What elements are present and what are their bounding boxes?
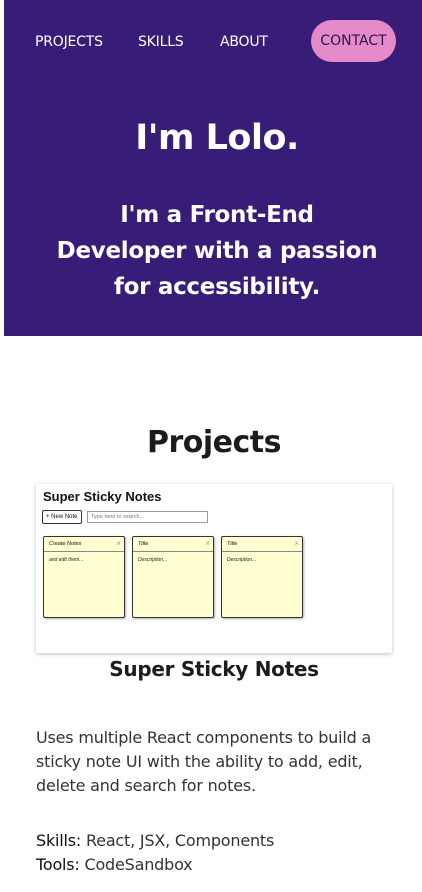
tools-label: Tools: [36,855,80,874]
project-screenshot: Super Sticky Notes + New Note Type here … [36,484,392,653]
project-description: Uses multiple React components to build … [36,728,372,795]
screenshot-note: Create Notes × and edit them... [43,536,125,618]
close-icon: × [205,539,210,548]
screenshot-note-title: Create Notes [49,541,82,547]
project-name: Super Sticky Notes [109,657,319,681]
screenshot-note-body: and edit them... [49,557,84,563]
tools-value: CodeSandbox [84,855,193,874]
close-icon: × [294,539,299,548]
screenshot-note-body: Description... [227,557,257,563]
screenshot-app-title: Super Sticky Notes [43,489,162,504]
project-skills: Skills: React, JSX, Components [36,831,274,850]
screenshot-search-input: Type here to search... [87,511,208,523]
project-tools: Tools: CodeSandbox [36,855,193,874]
screenshot-note-title: Title [138,541,149,547]
screenshot-note-body: Description... [138,557,168,563]
skills-value: React, JSX, Components [85,831,275,850]
nav-link-skills[interactable]: SKILLS [138,34,184,50]
projects-heading: Projects [146,425,282,460]
close-icon: × [116,539,121,548]
hero-name: I'm Lolo. [135,118,299,158]
nav-link-projects[interactable]: PROJECTS [35,34,103,50]
hero-header: PROJECTS SKILLS ABOUT CONTACT I'm Lolo. … [4,0,422,336]
hero-tagline: I'm a Front-End Developer with a passion… [56,202,378,300]
screenshot-note: Title × Description... [132,536,214,618]
contact-button[interactable]: CONTACT [311,20,396,62]
screenshot-new-note-button: + New Note [42,510,82,524]
screenshot-note: Title × Description... [221,536,303,618]
screenshot-note-title: Title [227,541,238,547]
skills-label: Skills: [36,831,82,850]
nav-link-about[interactable]: ABOUT [220,34,268,50]
